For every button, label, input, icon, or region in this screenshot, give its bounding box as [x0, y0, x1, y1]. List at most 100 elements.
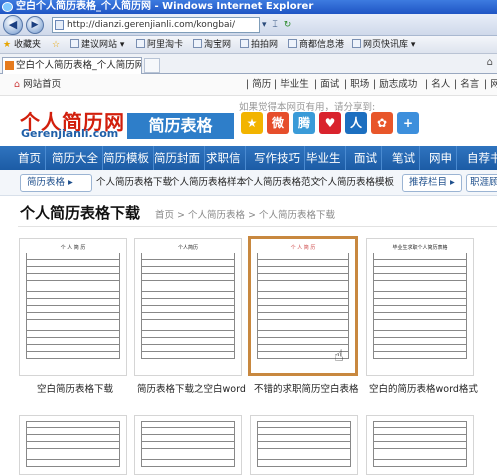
- fav-item-shangdu[interactable]: 商都信息港: [288, 36, 344, 54]
- top-link[interactable]: | 名人: [425, 74, 450, 95]
- form-row: [26, 352, 120, 359]
- form-row: [257, 421, 351, 428]
- card-caption-link[interactable]: 空白简历表格下载: [37, 381, 113, 395]
- navigation-bar: ◀ ▶ http://dianzi.gerenjianli.com/kongba…: [0, 14, 497, 36]
- form-row: [141, 267, 235, 274]
- dropdown-arrow-icon[interactable]: ▾: [262, 20, 267, 30]
- subnav-link[interactable]: 个人简历表格模板: [318, 170, 394, 196]
- qzone-icon[interactable]: ★: [241, 112, 263, 134]
- renren-icon[interactable]: 人: [345, 112, 367, 134]
- category-pill[interactable]: 简历表格 ▸: [20, 174, 92, 192]
- recommend-pill[interactable]: 推荐栏目 ▸: [402, 174, 462, 192]
- form-row: [141, 313, 235, 320]
- fav-item-suggested[interactable]: 建议网站 ▾: [70, 36, 124, 54]
- fav-item-ali[interactable]: 阿里淘卡: [136, 36, 183, 54]
- top-link[interactable]: | 名言: [454, 74, 479, 95]
- form-row: [26, 442, 120, 449]
- nav-item[interactable]: 首页: [14, 146, 46, 170]
- home-link[interactable]: ⌂ 网站首页: [14, 74, 61, 95]
- address-bar[interactable]: http://dianzi.gerenjianli.com/kongbai/: [52, 17, 260, 33]
- nav-item[interactable]: 自荐书: [463, 146, 497, 170]
- form-row: [26, 267, 120, 274]
- top-link[interactable]: | 毕业生: [274, 74, 309, 95]
- new-tab-button[interactable]: [144, 58, 160, 73]
- card-caption-link[interactable]: 空白的简历表格word格式: [369, 381, 478, 395]
- form-row: [373, 267, 467, 274]
- weibo-icon[interactable]: 微: [267, 112, 289, 134]
- template-card[interactable]: 毕业生求职个人简历表格: [366, 238, 474, 376]
- nav-item[interactable]: 毕业生: [302, 146, 346, 170]
- form-row: [373, 428, 467, 435]
- form-row: [373, 352, 467, 359]
- back-arrow-icon: ◀: [8, 18, 18, 31]
- form-row: [257, 260, 349, 267]
- tab-bar: 空白个人简历表格_个人简历网 ⌂: [0, 54, 497, 74]
- thumbnail-title: 毕业生求职个人简历表格: [392, 245, 448, 251]
- template-card[interactable]: 个人简历: [134, 238, 242, 376]
- compatibility-view-icon[interactable]: ⌶: [272, 20, 277, 30]
- page-icon: [55, 20, 64, 30]
- template-card[interactable]: [19, 415, 127, 475]
- template-card[interactable]: [250, 415, 358, 475]
- template-card[interactable]: 个 人 简 历: [19, 238, 127, 376]
- fav-item-webslice[interactable]: 网页快讯库 ▾: [352, 36, 415, 54]
- card-caption-link[interactable]: 简历表格下载之空白word: [137, 381, 246, 395]
- kaixin-icon[interactable]: ✿: [371, 112, 393, 134]
- favorites-button[interactable]: ★ 收藏夹: [3, 36, 41, 54]
- tencent-weibo-icon[interactable]: 腾: [293, 112, 315, 134]
- heart-icon[interactable]: ♥: [319, 112, 341, 134]
- fav-item-paipai[interactable]: 拍拍网: [240, 36, 278, 54]
- template-card[interactable]: [134, 415, 242, 475]
- tab-active[interactable]: 空白个人简历表格_个人简历网: [2, 57, 142, 74]
- main-navigation: 首页 简历大全 简历模板 简历封面 求职信 写作技巧 毕业生 面试 笔试 网申 …: [0, 146, 497, 170]
- top-link-label: 名言: [460, 79, 480, 90]
- address-url: http://dianzi.gerenjianli.com/kongbai/: [67, 20, 235, 30]
- divider: [18, 226, 497, 227]
- form-row: [26, 331, 120, 338]
- nav-item[interactable]: 写作技巧: [250, 146, 305, 170]
- top-link[interactable]: | 简历: [246, 74, 271, 95]
- thumbnail-title: 个 人 简 历: [60, 245, 86, 251]
- fav-item-label: 淘宝网: [204, 40, 232, 50]
- nav-item[interactable]: 笔试: [388, 146, 420, 170]
- card-caption-link[interactable]: 不错的求职简历空白表格: [254, 381, 359, 395]
- form-row: [141, 449, 235, 460]
- nav-item[interactable]: 网申: [425, 146, 457, 170]
- document-thumbnail: 个 人 简 历: [26, 244, 120, 370]
- back-button[interactable]: ◀: [3, 15, 23, 35]
- form-row: [257, 281, 349, 292]
- top-link[interactable]: | 面试: [314, 74, 339, 95]
- fav-item-label: 拍拍网: [251, 40, 279, 50]
- home-icon[interactable]: ⌂: [487, 57, 493, 68]
- top-link-label: 毕业生: [280, 79, 309, 90]
- top-link[interactable]: | 职场: [344, 74, 369, 95]
- nav-item[interactable]: 简历封面: [150, 146, 205, 170]
- nav-item[interactable]: 简历模板: [99, 146, 154, 170]
- form-row: [257, 299, 349, 306]
- star-icon: ★: [3, 40, 12, 50]
- career-pill[interactable]: 职涯顾: [466, 174, 497, 192]
- fav-item-taobao[interactable]: 淘宝网: [193, 36, 231, 54]
- plus-icon[interactable]: +: [397, 112, 419, 134]
- form-row: [373, 435, 467, 442]
- subnav-link[interactable]: 个人简历表格下载: [96, 170, 172, 196]
- breadcrumb[interactable]: 首页 > 个人简历表格 > 个人简历表格下载: [155, 207, 335, 221]
- site-favicon: [5, 61, 14, 70]
- template-card[interactable]: [366, 415, 474, 475]
- add-favorite-button[interactable]: ☆: [52, 36, 60, 54]
- fav-item-label: 阿里淘卡: [147, 40, 184, 50]
- subnav-link[interactable]: 个人简历表格样本: [170, 170, 246, 196]
- form-row: [373, 306, 467, 313]
- top-link-label: 职场: [350, 79, 370, 90]
- nav-item[interactable]: 简历大全: [48, 146, 103, 170]
- site-icon: [288, 39, 297, 48]
- subnav-link[interactable]: 个人简历表格范文: [244, 170, 320, 196]
- forward-button[interactable]: ▶: [26, 16, 44, 34]
- top-link[interactable]: | 网: [484, 74, 497, 95]
- form-row: [26, 274, 120, 281]
- top-link-label: 励志成功: [379, 79, 418, 90]
- top-link[interactable]: | 励志成功: [373, 74, 417, 95]
- nav-item[interactable]: 求职信: [202, 146, 246, 170]
- refresh-icon[interactable]: ↻: [284, 20, 292, 30]
- nav-item[interactable]: 面试: [350, 146, 382, 170]
